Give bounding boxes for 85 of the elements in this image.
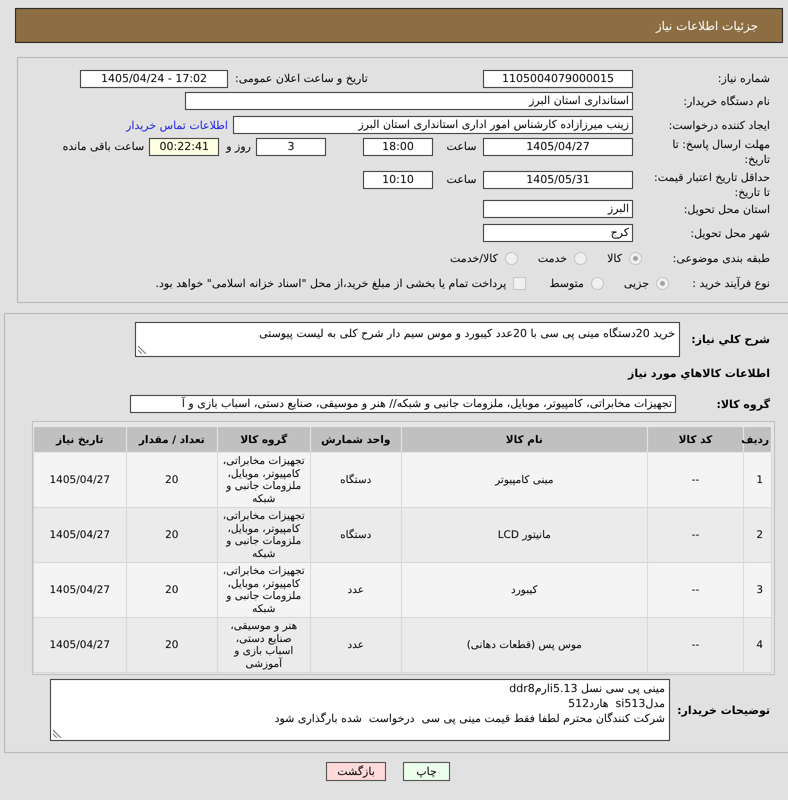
option-label: جزیی (624, 277, 649, 290)
table-cell: -- (647, 452, 744, 508)
days-field[interactable]: 3 (256, 138, 326, 156)
field-label: مهلت ارسال پاسخ: تا تاریخ: (671, 137, 770, 167)
column-header: نام کالا (401, 426, 648, 452)
buyer-notes-field[interactable]: مینی پی سی نسل i5.13ارمddr8 مدلsi513 هارد512 شرکت کنندگان محترم لطفا فقط قیمت مینی پی سی درخواست شده بارگذاری شود (50, 679, 670, 741)
field-label: نوع فرآیند خرید : (691, 276, 770, 291)
table-cell: 1405/04/27 (34, 562, 126, 618)
table-cell: تجهیزات مخابراتی، کامپیوتر، موبایل، ملزومات جانبی و شبکه (218, 562, 310, 618)
radio-button[interactable] (590, 277, 604, 290)
time-label: ساعت (446, 139, 476, 155)
column-header: واحد شمارش (310, 426, 402, 452)
option-label: کالا (607, 252, 622, 265)
remaining-time-field[interactable]: 00:22:41 (149, 138, 220, 156)
checkbox[interactable] (513, 277, 526, 290)
table-cell: 20 (126, 562, 218, 618)
field-label: نام دستگاه خریدار: (682, 94, 770, 108)
table-cell: تجهیزات مخابراتی، کامپیوتر، موبایل، ملزومات جانبی و شبکه (218, 452, 310, 508)
field-label: شماره نیاز: (716, 71, 770, 86)
table-cell: 20 (126, 452, 218, 508)
table-cell: دستگاه (310, 508, 402, 562)
table-cell: -- (647, 508, 744, 562)
back-button[interactable]: بازگشت (326, 762, 386, 781)
table-cell: عدد (310, 562, 402, 618)
table-cell: 20 (126, 618, 218, 672)
table-cell: 20 (126, 508, 218, 562)
table-cell: 4 (744, 618, 772, 672)
table-cell: 2 (744, 508, 772, 562)
option-label: خدمت (538, 252, 568, 265)
contact-info-link[interactable]: اطلاعات تماس خریدار (126, 118, 228, 132)
remaining-label: ساعت باقی مانده (62, 139, 144, 155)
time-label: ساعت (446, 172, 476, 188)
table-cell: تجهیزات مخابراتی، کامپیوتر، موبایل، ملزومات جانبی و شبکه (218, 508, 310, 562)
validity-time-field[interactable]: 10:10 (363, 171, 433, 189)
resize-grip-icon (138, 344, 147, 354)
deadline-time-field[interactable]: 18:00 (363, 138, 433, 156)
section-title: اطلاعات کالاهاي مورد نياز (628, 366, 770, 380)
goods-group-field[interactable]: تجهیزات مخابراتی، کامپیوتر، موبایل، ملزومات جانبی و شبکه// هنر و موسیقی، صنایع دستی، اسباب بازی و آ (130, 395, 676, 413)
table-cell: کیبورد (401, 562, 648, 618)
field-label: گروه کالا: (716, 398, 770, 410)
field-label: شرح کلي نياز: (691, 332, 770, 346)
column-header: تعداد / مقدار (126, 426, 218, 452)
radio-button[interactable] (656, 277, 669, 290)
radio-button[interactable] (504, 252, 518, 265)
field-label: توضیحات خریدار: (677, 704, 770, 716)
province-field[interactable]: البرز (483, 200, 633, 218)
table-cell: 1 (744, 452, 772, 508)
city-field[interactable]: کرج (483, 224, 633, 242)
table-cell: 1405/04/27 (34, 452, 126, 508)
table-cell: 1405/04/27 (34, 618, 126, 672)
announce-date-field[interactable]: 1405/04/24 - 17:02 (80, 70, 228, 88)
table-cell: عدد (310, 618, 402, 672)
checkbox-label: پرداخت تمام یا بخشی از مبلغ خرید،از محل "اسناد خزانه اسلامی" خواهد بود. (156, 277, 506, 290)
option-label: کالا/خدمت (450, 252, 498, 265)
table-cell: -- (647, 618, 744, 672)
field-label: تاریخ و ساعت اعلان عمومی: (235, 70, 368, 87)
need-number-field[interactable]: 1105004079000015 (483, 70, 633, 88)
radio-button[interactable] (629, 252, 642, 265)
days-label: روز و (226, 139, 251, 155)
table-cell: 1405/04/27 (34, 508, 126, 562)
description-field[interactable]: خرید 20دستگاه مینی پی سی با 20عدد کیبورد و موس سیم دار شرح کلی به لیست پیوستی (135, 322, 680, 356)
page-title: جزئیات اطلاعات نیاز (656, 18, 758, 32)
table-cell: -- (647, 562, 744, 618)
table-cell: هنر و موسیقی، صنایع دستی، اسباب بازی و آموزشی (218, 618, 310, 672)
deadline-date-field[interactable]: 1405/04/27 (483, 138, 633, 156)
validity-date-field[interactable]: 1405/05/31 (483, 171, 633, 189)
column-header: گروه کالا (218, 426, 310, 452)
table-cell: مینی کامپیوتر (401, 452, 648, 508)
requester-field[interactable]: زینب میرزازاده کارشناس امور اداری استانداری استان البرز (233, 116, 633, 134)
field-label: شهر محل تحویل: (689, 226, 770, 240)
resize-grip-icon (53, 729, 62, 738)
radio-button[interactable] (574, 252, 588, 265)
column-header: تاریخ نیاز (34, 426, 126, 452)
field-label: حداقل تاریخ اعتبار قیمت: تا تاریخ: (653, 170, 770, 200)
field-label: طبقه بندی موضوعی: (672, 251, 770, 266)
field-label: استان محل تحویل: (682, 202, 770, 216)
buyer-org-field[interactable]: استانداری استان البرز (185, 92, 633, 110)
table-cell: دستگاه (310, 452, 402, 508)
table-cell: مانیتور LCD (401, 508, 648, 562)
table-cell: 3 (744, 562, 772, 618)
column-header: ردیف (744, 426, 772, 452)
table-cell: موس پس (قطعات دهانی) (401, 618, 648, 672)
option-label: متوسط (549, 277, 584, 290)
print-button[interactable]: چاپ (403, 762, 450, 781)
field-label: ایجاد کننده درخواست: (668, 118, 770, 132)
